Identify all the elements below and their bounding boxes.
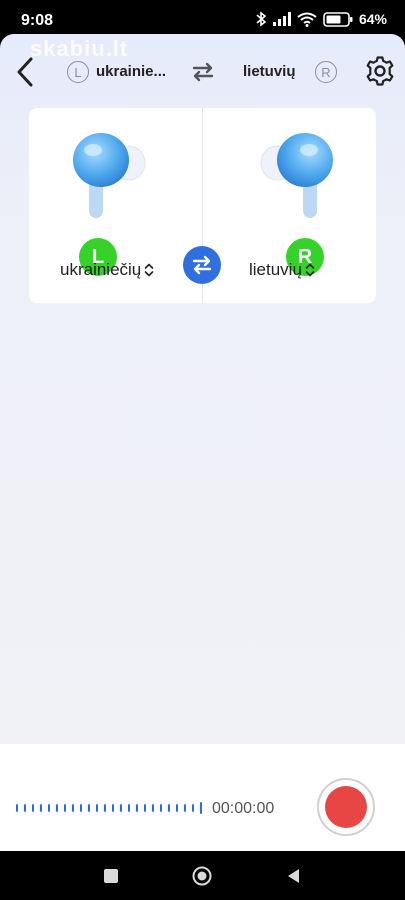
- right-language-select[interactable]: lietuvių: [249, 260, 315, 280]
- battery-icon: [323, 11, 353, 27]
- status-bar: 9:08 64%: [0, 0, 405, 34]
- right-earbud-badge: R: [315, 61, 337, 83]
- back-triangle-icon[interactable]: [284, 866, 304, 886]
- earbuds-card: L R ukrainiečių lietuvių: [29, 108, 376, 303]
- translator-screen: skabiu.lt L ukrainie... lietuvių R L R u…: [0, 34, 405, 851]
- back-button[interactable]: [10, 54, 40, 90]
- sort-chevrons-icon: [305, 263, 315, 277]
- swap-languages-button[interactable]: [183, 246, 221, 284]
- left-earbud-badge: L: [67, 61, 89, 83]
- left-earbud-image: [73, 133, 146, 218]
- record-button[interactable]: [317, 778, 375, 836]
- status-icons: 64%: [255, 11, 387, 27]
- bluetooth-icon: [256, 11, 267, 27]
- record-dot-icon: [325, 786, 367, 828]
- wifi-icon: [297, 12, 317, 27]
- home-circle-icon[interactable]: [192, 866, 212, 886]
- status-time: 9:08: [21, 12, 54, 29]
- top-bar: L ukrainie... lietuvių R: [0, 34, 405, 108]
- header-target-language[interactable]: lietuvių: [243, 63, 296, 80]
- settings-gear-icon[interactable]: [364, 55, 396, 87]
- header-source-language[interactable]: ukrainie...: [96, 63, 166, 80]
- system-nav-bar: [0, 851, 405, 900]
- recorder-panel: 00:00:00: [0, 744, 405, 851]
- audio-waveform: [16, 802, 202, 814]
- right-earbud-image: [260, 133, 333, 218]
- right-language-label: lietuvių: [249, 260, 302, 279]
- swap-languages-icon[interactable]: [190, 59, 216, 85]
- recents-square-icon[interactable]: [101, 866, 121, 886]
- left-language-label: ukrainiečių: [60, 260, 142, 279]
- signal-icon: [272, 12, 291, 26]
- sort-chevrons-icon: [144, 263, 154, 277]
- back-arrow-icon: [17, 57, 33, 87]
- left-language-select[interactable]: ukrainiečių: [60, 260, 154, 280]
- battery-percent: 64%: [358, 11, 387, 27]
- recording-timer: 00:00:00: [212, 800, 275, 817]
- swap-arrows-icon: [192, 255, 212, 275]
